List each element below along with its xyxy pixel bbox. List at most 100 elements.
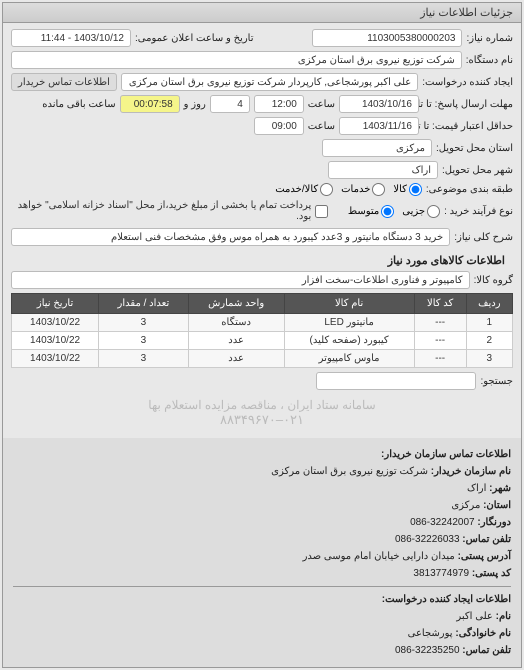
pack-label: طبقه بندی موضوعی: (426, 184, 513, 195)
buyer-contact-button[interactable]: اطلاعات تماس خریدار (11, 73, 117, 91)
addr-label: آدرس پستی: (458, 551, 511, 562)
main-panel: جزئیات اطلاعات نیاز شماره نیاز: 11030053… (2, 2, 522, 668)
table-cell: دستگاه (188, 314, 284, 332)
addr-value: میدان دارایی خیابان امام موسی صدر (303, 551, 455, 562)
cphone-label: تلفن تماس: (462, 645, 511, 656)
table-cell: 3 (99, 332, 189, 350)
buy-type-label: نوع فرآیند خرید : (444, 206, 513, 217)
table-cell: --- (414, 332, 466, 350)
delivery-city-field: اراک (328, 161, 438, 179)
day-label: روز و (184, 99, 206, 110)
group-field: کامپیوتر و فناوری اطلاعات-سخت افزار (11, 271, 470, 289)
buy-jozi[interactable]: جزیی (402, 205, 440, 218)
remain-field: 00:07:58 (120, 95, 180, 113)
delivery-province-label: استان محل تحویل: (436, 143, 513, 154)
table-cell: عدد (188, 350, 284, 368)
table-row[interactable]: 2---کیبورد (صفحه کلید)عدد31403/10/22 (12, 332, 513, 350)
items-table: ردیفکد کالانام کالاواحد شمارشتعداد / مقد… (11, 293, 513, 368)
buy-motevaset[interactable]: متوسط (348, 205, 394, 218)
search-label: جستجو: (480, 376, 513, 387)
table-cell: ماوس کامپیوتر (284, 350, 414, 368)
table-cell: 1403/10/22 (12, 332, 99, 350)
contact-block: اطلاعات تماس سازمان خریدار: نام سازمان خ… (3, 438, 521, 667)
table-cell: عدد (188, 332, 284, 350)
pack-khadamat[interactable]: خدمات (341, 183, 385, 196)
time-label-2: ساعت (308, 121, 335, 132)
panel-title: جزئیات اطلاعات نیاز (3, 3, 521, 23)
table-header: تاریخ نیاز (12, 294, 99, 314)
table-cell: 3 (466, 350, 512, 368)
payment-note: پرداخت تمام یا بخشی از مبلغ خرید،از محل … (11, 200, 311, 222)
creator-label: ایجاد کننده درخواست: (422, 77, 513, 88)
announce-field: 1403/10/12 - 11:44 (11, 29, 131, 47)
group-section-title: اطلاعات کالاهای مورد نیاز (19, 254, 505, 267)
fname-value: علی اکبر (456, 611, 492, 622)
table-cell: --- (414, 314, 466, 332)
table-cell: مانیتور LED (284, 314, 414, 332)
city-value: اراک (467, 483, 486, 494)
payment-checkbox[interactable] (315, 205, 328, 218)
org-value: شرکت توزیع نیروی برق استان مرکزی (271, 466, 428, 477)
province-label: استان: (483, 500, 511, 511)
table-cell: 3 (99, 350, 189, 368)
delivery-city-label: شهر محل تحویل: (442, 165, 513, 176)
req-no-label: شماره نیاز: (466, 33, 513, 44)
lname-value: پورشجاعی (408, 628, 453, 639)
fax-label: دورنگار: (477, 517, 511, 528)
table-header: ردیف (466, 294, 512, 314)
table-header: تعداد / مقدار (99, 294, 189, 314)
phone-value: 32226033-086 (395, 534, 460, 545)
cphone-value: 32235250-086 (395, 645, 460, 656)
contact-heading-1: اطلاعات تماس سازمان خریدار: (13, 446, 511, 463)
creator-field: علی اکبر پورشجاعی, کارپردار شرکت توزیع ن… (121, 73, 418, 91)
desc-label: شرح کلی نیاز: (454, 232, 513, 243)
watermark: سامانه ستاد ایران ، مناقصه مزایده استعلا… (11, 394, 513, 432)
pack-kala[interactable]: کالا (393, 183, 422, 196)
deadline-label: مهلت ارسال پاسخ: تا تاریخ: (423, 99, 513, 110)
table-cell: 2 (466, 332, 512, 350)
announce-label: تاریخ و ساعت اعلان عمومی: (135, 33, 254, 44)
post-value: 3813774979 (413, 568, 469, 579)
province-value: مرکزی (451, 500, 480, 511)
deadline-date-field: 1403/10/16 (339, 95, 419, 113)
pack-both[interactable]: کالا/خدمت (275, 183, 333, 196)
table-header: واحد شمارش (188, 294, 284, 314)
city-label: شهر: (489, 483, 511, 494)
org-label: نام سازمان خریدار: (431, 466, 511, 477)
table-row[interactable]: 3---ماوس کامپیوترعدد31403/10/22 (12, 350, 513, 368)
table-cell: 1403/10/22 (12, 350, 99, 368)
device-label: نام دستگاه: (466, 55, 513, 66)
buy-type-radio-group: جزیی متوسط (348, 205, 440, 218)
table-cell: 3 (99, 314, 189, 332)
watermark-phone: ۰۲۱–۸۸۳۴۹۶۷۰ (11, 412, 513, 428)
pack-radio-group: کالا خدمات کالا/خدمت (275, 183, 422, 196)
table-header: کد کالا (414, 294, 466, 314)
delivery-province-field: مرکزی (322, 139, 432, 157)
phone-label: تلفن تماس: (462, 534, 511, 545)
table-cell: کیبورد (صفحه کلید) (284, 332, 414, 350)
group-label: گروه کالا: (474, 275, 513, 286)
post-label: کد پستی: (472, 568, 511, 579)
remain-label: ساعت باقی مانده (42, 99, 115, 110)
validity-time-field: 09:00 (254, 117, 304, 135)
validity-label: حداقل اعتبار قیمت: تا تاریخ: (423, 121, 513, 132)
device-field: شرکت توزیع نیروی برق استان مرکزی (11, 51, 462, 69)
lname-label: نام خانوادگی: (455, 628, 511, 639)
search-input[interactable] (316, 372, 476, 390)
table-cell: --- (414, 350, 466, 368)
table-cell: 1403/10/22 (12, 314, 99, 332)
fname-label: نام: (496, 611, 511, 622)
table-cell: 1 (466, 314, 512, 332)
validity-date-field: 1403/11/16 (339, 117, 419, 135)
table-header: نام کالا (284, 294, 414, 314)
days-field: 4 (210, 95, 250, 113)
time-label-1: ساعت (308, 99, 335, 110)
contact-heading-2: اطلاعات ایجاد کننده درخواست: (13, 586, 511, 608)
deadline-time-field: 12:00 (254, 95, 304, 113)
desc-field: خرید 3 دستگاه مانیتور و 3عدد کیبورد به ه… (11, 228, 450, 246)
table-row[interactable]: 1---مانیتور LEDدستگاه31403/10/22 (12, 314, 513, 332)
watermark-text: سامانه ستاد ایران ، مناقصه مزایده استعلا… (11, 398, 513, 412)
form-area: شماره نیاز: 1103005380000203 تاریخ و ساع… (3, 23, 521, 438)
req-no-field: 1103005380000203 (312, 29, 462, 47)
fax-value: 32242007-086 (410, 517, 475, 528)
